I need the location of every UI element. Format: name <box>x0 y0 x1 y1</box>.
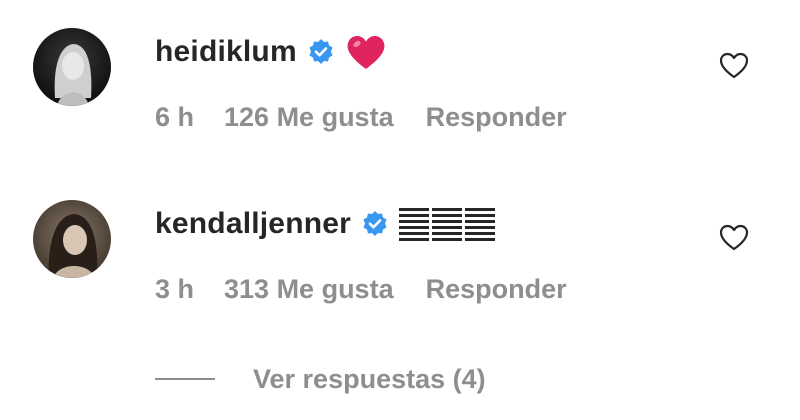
username[interactable]: heidiklum <box>155 35 297 69</box>
comment-meta: 3 h 313 Me gusta Responder <box>155 274 567 305</box>
heart-emoji-icon <box>345 32 387 72</box>
comment-item: kendalljenner 3 h 313 Me gusta Responder <box>0 186 800 326</box>
verified-badge-icon <box>307 38 335 66</box>
avatar[interactable] <box>33 200 111 278</box>
comment-meta: 6 h 126 Me gusta Responder <box>155 102 567 133</box>
comment-header: kendalljenner <box>155 204 499 244</box>
heart-outline-icon[interactable] <box>718 222 750 254</box>
reply-button[interactable]: Responder <box>426 102 567 133</box>
verified-badge-icon <box>361 210 389 238</box>
like-count[interactable]: 126 Me gusta <box>224 102 394 133</box>
avatar[interactable] <box>33 28 111 106</box>
timestamp[interactable]: 3 h <box>155 274 194 305</box>
comment-header: heidiklum <box>155 32 387 72</box>
timestamp[interactable]: 6 h <box>155 102 194 133</box>
like-count[interactable]: 313 Me gusta <box>224 274 394 305</box>
bars-emoji-icon <box>399 204 499 244</box>
username[interactable]: kendalljenner <box>155 207 351 241</box>
divider <box>155 378 215 380</box>
comment-item: heidiklum 6 h 126 Me gusta Responder <box>0 14 800 154</box>
view-replies-button[interactable]: Ver respuestas (4) <box>155 362 486 396</box>
reply-button[interactable]: Responder <box>426 274 567 305</box>
view-replies-label: Ver respuestas (4) <box>253 363 486 394</box>
heart-outline-icon[interactable] <box>718 50 750 82</box>
